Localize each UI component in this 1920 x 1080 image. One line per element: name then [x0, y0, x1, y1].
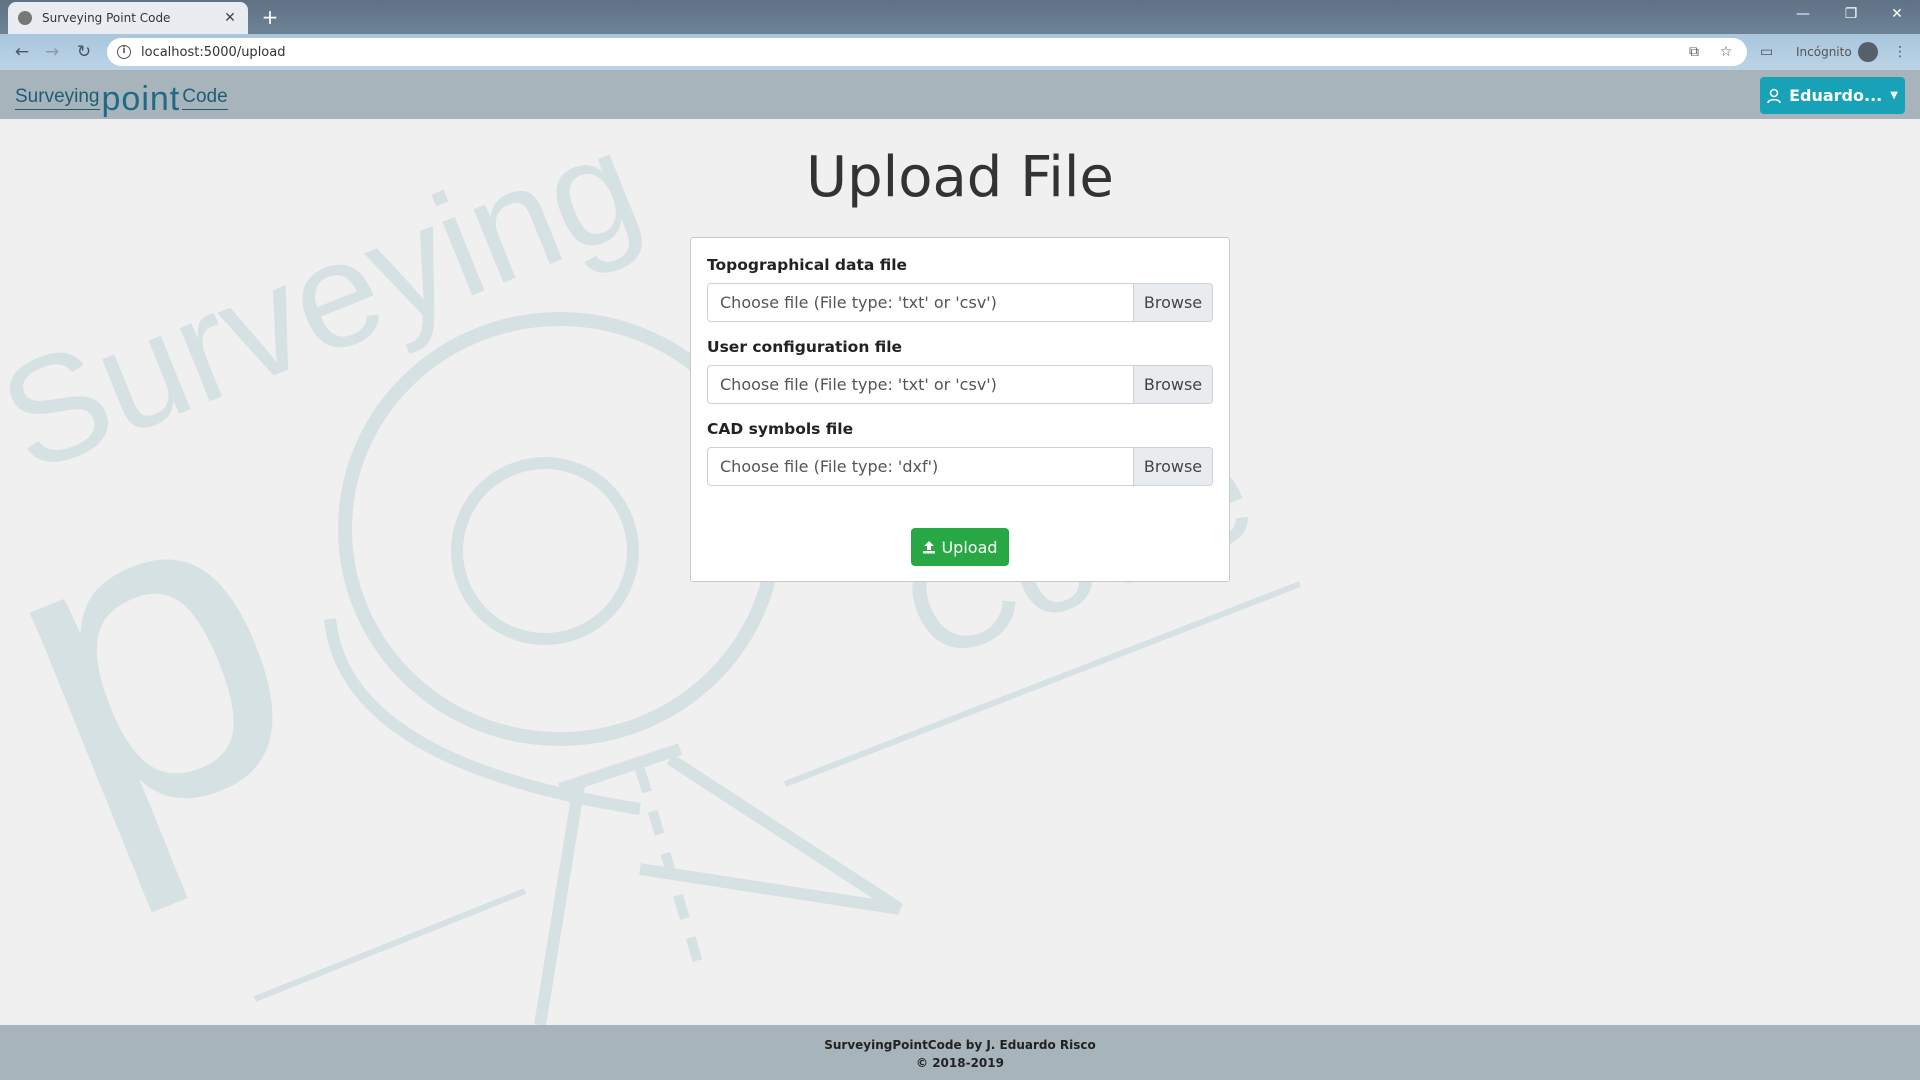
site-logo[interactable]: Surveying point Code: [15, 74, 228, 118]
translate-icon[interactable]: ⧉: [1683, 44, 1705, 60]
upload-icon: [923, 541, 936, 554]
menu-dots-icon[interactable]: ⋮: [1893, 40, 1907, 64]
page-footer: SurveyingPointCode by J. Eduardo Risco ©…: [0, 1025, 1920, 1080]
file-placeholder[interactable]: Choose file (File type: 'dxf'): [708, 448, 1133, 485]
reload-icon[interactable]: ↻: [72, 40, 96, 64]
logo-part-point: point: [101, 80, 181, 118]
cad-symbols-file-field: CAD symbols file Choose file (File type:…: [707, 420, 1213, 486]
incognito-icon[interactable]: [1858, 42, 1878, 62]
user-menu-button[interactable]: Eduardo... ▼: [1760, 77, 1905, 114]
file-placeholder[interactable]: Choose file (File type: 'txt' or 'csv'): [708, 284, 1133, 321]
watermark-letter-p: p: [0, 379, 353, 928]
file-placeholder[interactable]: Choose file (File type: 'txt' or 'csv'): [708, 366, 1133, 403]
back-icon[interactable]: ←: [10, 40, 34, 64]
forward-icon[interactable]: →: [40, 40, 64, 64]
upload-form-card: Topographical data file Choose file (Fil…: [690, 237, 1230, 582]
cad-symbols-file-input[interactable]: Choose file (File type: 'dxf') Browse: [707, 447, 1213, 486]
topographical-file-field: Topographical data file Choose file (Fil…: [707, 256, 1213, 322]
browser-tab[interactable]: Surveying Point Code ✕: [8, 2, 248, 34]
info-icon[interactable]: i: [117, 45, 131, 59]
close-window-icon[interactable]: ✕: [1874, 0, 1920, 30]
logo-part-code: Code: [182, 86, 228, 110]
app-navbar: Surveying point Code Eduardo... ▼: [0, 70, 1920, 119]
page-title: Upload File: [806, 145, 1114, 210]
close-tab-icon[interactable]: ✕: [222, 10, 238, 26]
tab-title: Surveying Point Code: [42, 11, 171, 25]
field-label: Topographical data file: [707, 256, 908, 274]
user-config-file-input[interactable]: Choose file (File type: 'txt' or 'csv') …: [707, 365, 1213, 404]
user-icon: [1767, 88, 1781, 103]
topographical-file-input[interactable]: Choose file (File type: 'txt' or 'csv') …: [707, 283, 1213, 322]
url-text[interactable]: localhost:5000/upload: [141, 45, 1683, 60]
footer-copyright: © 2018-2019: [916, 1056, 1004, 1070]
footer-credit: SurveyingPointCode by J. Eduardo Risco: [824, 1038, 1096, 1052]
chevron-down-icon: ▼: [1890, 90, 1898, 101]
browser-tabstrip: Surveying Point Code ✕ + — ❐ ✕: [0, 0, 1920, 34]
browse-button[interactable]: Browse: [1133, 366, 1212, 403]
browse-button[interactable]: Browse: [1133, 284, 1212, 321]
upload-button-label: Upload: [941, 537, 998, 557]
cast-icon[interactable]: ▭: [1760, 40, 1773, 64]
browse-button[interactable]: Browse: [1133, 448, 1212, 485]
address-bar[interactable]: i localhost:5000/upload ⧉ ☆: [107, 38, 1747, 66]
globe-icon: [18, 11, 32, 25]
minimize-icon[interactable]: —: [1780, 0, 1826, 30]
user-menu-label: Eduardo...: [1789, 86, 1883, 105]
restore-icon[interactable]: ❐: [1828, 0, 1874, 30]
bookmark-star-icon[interactable]: ☆: [1715, 44, 1737, 60]
upload-button[interactable]: Upload: [911, 528, 1009, 566]
new-tab-icon[interactable]: +: [258, 5, 282, 29]
field-label: CAD symbols file: [707, 420, 854, 438]
logo-part-surveying: Surveying: [15, 86, 100, 110]
incognito-label: Incógnito: [1796, 45, 1852, 59]
field-label: User configuration file: [707, 338, 903, 356]
user-config-file-field: User configuration file Choose file (Fil…: [707, 338, 1213, 404]
browser-toolbar: ← → ↻ i localhost:5000/upload ⧉ ☆ ▭ Incó…: [0, 34, 1920, 70]
